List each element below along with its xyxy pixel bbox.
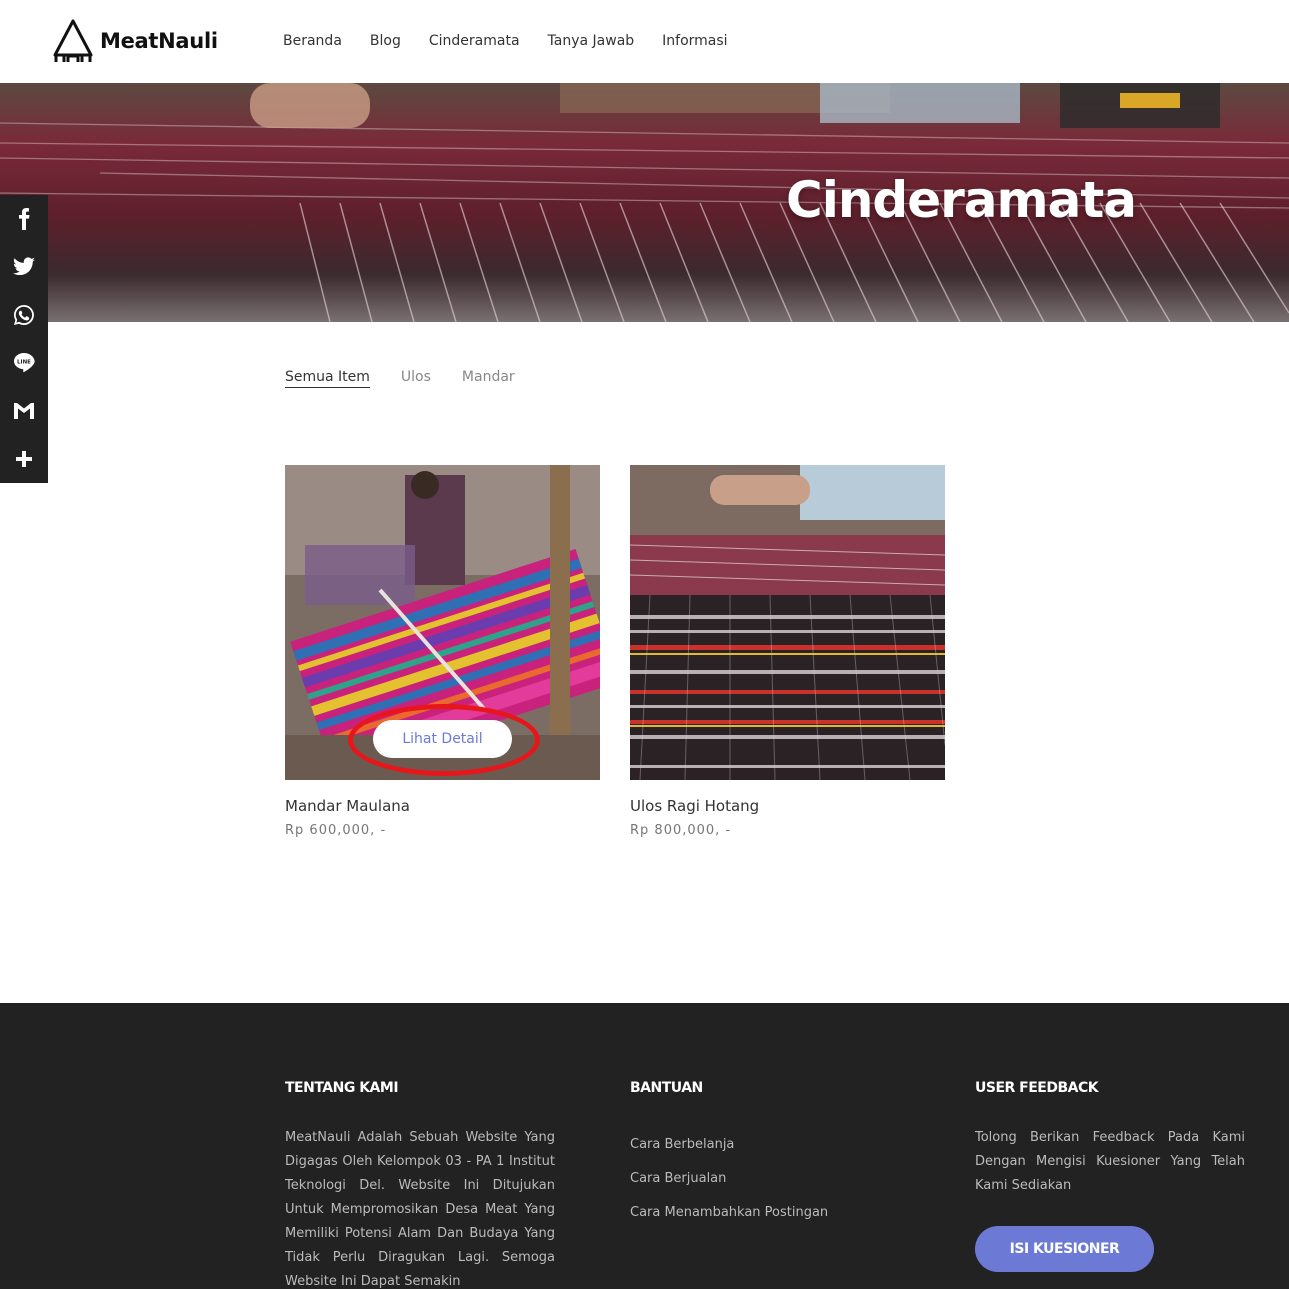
site-header: MeatNauli Beranda Blog Cinderamata Tanya… <box>0 0 1289 83</box>
footer-about-text: MeatNauli Adalah Sebuah Website Yang Dig… <box>285 1130 555 1289</box>
share-gmail-button[interactable] <box>0 387 48 435</box>
product-card[interactable]: Ulos Ragi Hotang Rp 800,000, - <box>630 465 945 838</box>
plus-icon <box>16 451 32 467</box>
share-whatsapp-button[interactable] <box>0 291 48 339</box>
line-icon: LINE <box>14 353 35 373</box>
nav-cinderamata[interactable]: Cinderamata <box>429 31 520 51</box>
house-logo-icon <box>53 19 93 62</box>
ulos-weaving-photo <box>630 465 945 780</box>
highlight-annotation <box>348 704 540 776</box>
footer-about-title: TENTANG KAMI <box>285 1080 399 1096</box>
facebook-icon <box>19 208 30 230</box>
footer-help-links: Cara Berbelanja Cara Berjualan Cara Mena… <box>630 1128 890 1230</box>
nav-informasi[interactable]: Informasi <box>662 31 727 51</box>
link-cara-menambahkan-postingan[interactable]: Cara Menambahkan Postingan <box>630 1196 890 1230</box>
gmail-icon <box>14 403 34 419</box>
product-card[interactable]: Lihat Detail Mandar Maulana Rp 600,000, … <box>285 465 600 838</box>
footer-about: TENTANG KAMI MeatNauli Adalah Sebuah Web… <box>285 1080 555 1289</box>
footer-help-title: BANTUAN <box>630 1080 703 1096</box>
link-cara-berbelanja[interactable]: Cara Berbelanja <box>630 1128 890 1162</box>
share-twitter-button[interactable] <box>0 243 48 291</box>
product-price: Rp 600,000, - <box>285 823 387 838</box>
main-nav: Beranda Blog Cinderamata Tanya Jawab Inf… <box>283 31 756 51</box>
brand-logo[interactable]: MeatNauli <box>52 18 218 64</box>
social-share-bar: LINE <box>0 195 48 483</box>
product-name[interactable]: Mandar Maulana <box>285 796 600 816</box>
filter-ulos[interactable]: Ulos <box>401 369 431 388</box>
share-more-button[interactable] <box>0 435 48 483</box>
share-line-button[interactable]: LINE <box>0 339 48 387</box>
footer-feedback: USER FEEDBACK Tolong Berikan Feedback Pa… <box>975 1080 1245 1272</box>
footer-help: BANTUAN Cara Berbelanja Cara Berjualan C… <box>630 1080 890 1230</box>
product-price: Rp 800,000, - <box>630 823 732 838</box>
category-filter: Semua Item Ulos Mandar <box>285 369 546 388</box>
brand-name: MeatNauli <box>100 29 218 53</box>
nav-beranda[interactable]: Beranda <box>283 31 342 51</box>
questionnaire-button[interactable]: ISI KUESIONER <box>975 1226 1154 1272</box>
product-name[interactable]: Ulos Ragi Hotang <box>630 796 945 816</box>
nav-tanya-jawab[interactable]: Tanya Jawab <box>548 31 635 51</box>
nav-blog[interactable]: Blog <box>370 31 401 51</box>
whatsapp-icon <box>14 305 34 325</box>
share-facebook-button[interactable] <box>0 195 48 243</box>
product-image-ulos[interactable] <box>630 465 945 780</box>
site-footer: TENTANG KAMI MeatNauli Adalah Sebuah Web… <box>0 1003 1289 1289</box>
twitter-icon <box>13 257 35 276</box>
link-cara-berjualan[interactable]: Cara Berjualan <box>630 1162 890 1196</box>
footer-feedback-text: Tolong Berikan Feedback Pada Kami Dengan… <box>975 1130 1245 1193</box>
filter-mandar[interactable]: Mandar <box>462 369 515 388</box>
filter-semua-item[interactable]: Semua Item <box>285 369 370 388</box>
footer-feedback-title: USER FEEDBACK <box>975 1080 1099 1096</box>
page-title: Cinderamata <box>786 171 1137 229</box>
svg-text:LINE: LINE <box>17 360 31 366</box>
hero-banner: Cinderamata <box>0 83 1289 322</box>
